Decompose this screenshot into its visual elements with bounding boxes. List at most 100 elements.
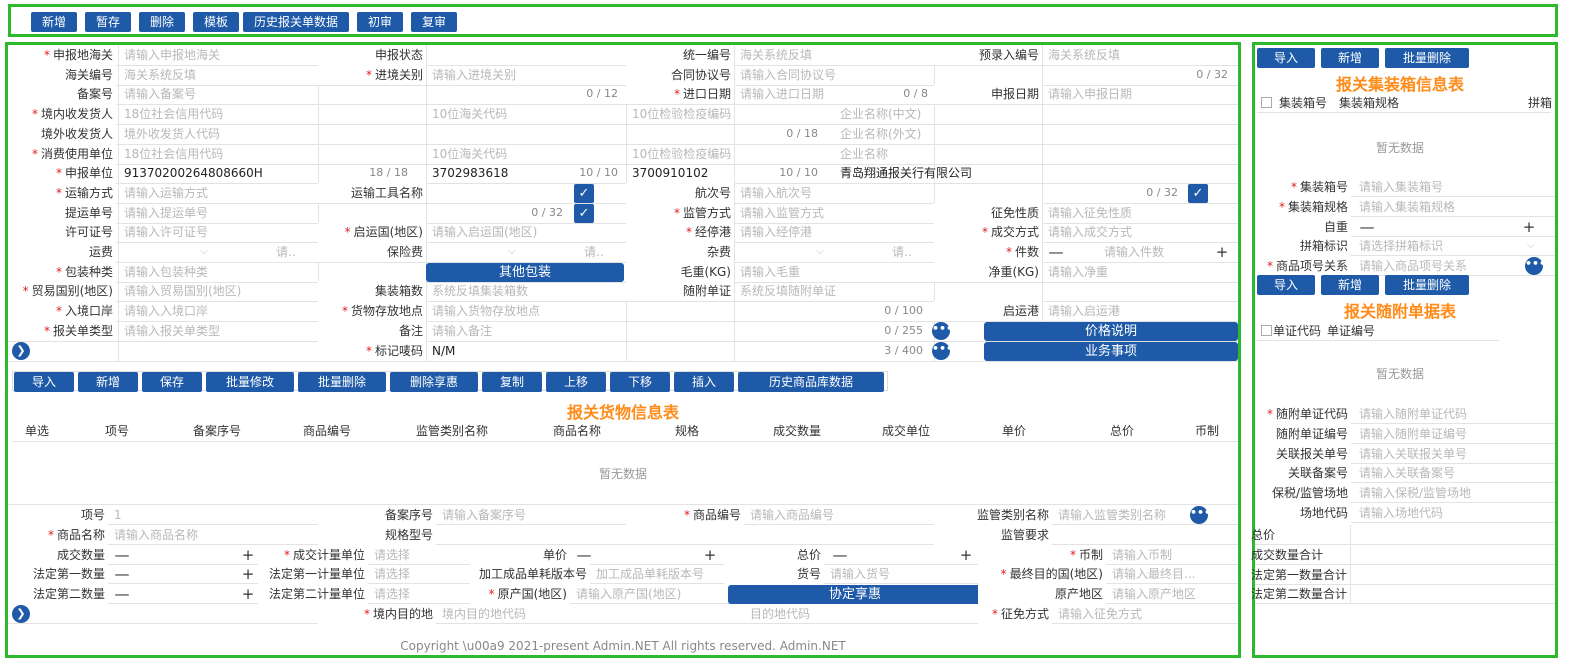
input-field[interactable]: 请输入入境口岸	[118, 301, 318, 321]
plus-icon[interactable]: +	[702, 545, 718, 565]
minus-icon[interactable]: —	[576, 545, 592, 565]
container-button-2[interactable]: 批量删除	[1385, 48, 1469, 68]
input-field[interactable]: 系统反填集装箱数	[426, 281, 626, 301]
input-field[interactable]: 请输入经停港	[734, 222, 934, 242]
input-field[interactable]: 请..	[270, 242, 318, 262]
input-field[interactable]: 请输入贸易国别(地区)	[118, 281, 318, 301]
goods-button-2[interactable]: 保存	[142, 372, 202, 392]
input-field[interactable]: 目的地代码	[744, 604, 934, 624]
input-field[interactable]: 请输入毛重	[734, 262, 934, 282]
minus-icon[interactable]: —	[832, 545, 848, 565]
input-field[interactable]: 请输入征免性质	[1042, 203, 1238, 223]
input-field[interactable]: 海关系统反填	[1042, 45, 1238, 65]
action-button[interactable]: 协定享惠	[728, 585, 982, 605]
docs-button-2[interactable]: 批量删除	[1385, 275, 1469, 295]
action-button[interactable]: 业务事项	[984, 341, 1238, 361]
docs-column-header[interactable]: 单证编号	[1321, 321, 1381, 341]
input-field[interactable]: 请输入航次号	[734, 183, 1034, 203]
check-icon[interactable]: ✓	[1188, 183, 1208, 203]
input-field[interactable]: 请输入集装箱号	[1353, 177, 1553, 197]
toolbar-button-4[interactable]: 历史报关单数据	[243, 12, 349, 32]
input-field[interactable]: 10位检验检疫编码	[626, 144, 826, 164]
toolbar-button-0[interactable]: 新增	[31, 12, 77, 32]
input-field[interactable]: 请输入启运港	[1042, 301, 1238, 321]
input-field[interactable]: 请输入监管方式	[734, 203, 934, 223]
input-field[interactable]: 请输入保税/监管场地	[1353, 483, 1553, 503]
input-field[interactable]: 请输入备注	[426, 321, 826, 341]
goods-button-5[interactable]: 删除享惠	[390, 372, 478, 392]
minus-icon[interactable]: —	[114, 584, 130, 604]
input-field[interactable]: 企业名称(中文)	[834, 104, 1134, 124]
input-field[interactable]: 青岛翔通报关行有限公司	[834, 163, 1134, 183]
goods-column-header[interactable]: 备案序号	[162, 421, 272, 441]
input-field[interactable]: 请输入随附单证编号	[1353, 424, 1553, 444]
goods-button-8[interactable]: 下移	[610, 372, 670, 392]
goods-column-header[interactable]: 成交单位	[852, 421, 960, 441]
input-field[interactable]: 企业名称(外文)	[834, 124, 1134, 144]
input-field[interactable]: 请选择	[368, 545, 468, 565]
toolbar-button-1[interactable]: 暂存	[85, 12, 131, 32]
plus-icon[interactable]: +	[240, 545, 256, 565]
input-field[interactable]: 10位海关代码	[426, 104, 626, 124]
input-field[interactable]: 10位检验检疫编码	[626, 104, 826, 124]
plus-icon[interactable]: +	[240, 584, 256, 604]
input-field[interactable]: 1	[108, 505, 308, 525]
goods-button-3[interactable]: 批量修改	[206, 372, 294, 392]
input-field[interactable]: 请输入随附单证代码	[1353, 404, 1553, 424]
input-field[interactable]: 境外收发货人代码	[118, 124, 618, 144]
goods-column-header[interactable]: 总价	[1068, 421, 1176, 441]
input-field[interactable]: 请输入启运国(地区)	[426, 222, 626, 242]
input-field[interactable]: 10位海关代码	[426, 144, 626, 164]
input-field[interactable]: 请选择拼箱标识	[1353, 236, 1543, 256]
docs-button-0[interactable]: 导入	[1257, 275, 1315, 295]
goods-column-header[interactable]: 商品编号	[272, 421, 382, 441]
goods-column-header[interactable]: 成交数量	[742, 421, 852, 441]
input-field[interactable]: 请输入最终目...	[1106, 564, 1238, 584]
check-icon[interactable]: ✓	[574, 203, 594, 223]
input-field[interactable]: 加工成品单耗版本号	[590, 564, 720, 584]
input-field[interactable]: 海关系统反填	[118, 65, 318, 85]
input-field[interactable]: 企业名称	[834, 144, 1134, 164]
more-icon[interactable]: •••	[1190, 506, 1211, 524]
input-field[interactable]: 请..	[578, 242, 626, 262]
expand-arrow-icon[interactable]: ❯	[12, 605, 30, 623]
input-field[interactable]: 请输入备案序号	[436, 505, 626, 525]
input-field[interactable]: 请输入成交方式	[1042, 222, 1238, 242]
container-button-1[interactable]: 新增	[1321, 48, 1379, 68]
input-field[interactable]: 境内目的地代码	[436, 604, 736, 624]
goods-column-header[interactable]: 商品名称	[522, 421, 632, 441]
select-all-checkbox[interactable]	[1261, 325, 1272, 336]
action-button[interactable]: 其他包装	[426, 262, 624, 282]
input-field[interactable]: 请输入集装箱规格	[1353, 197, 1553, 217]
input-field[interactable]: 请输入征免方式	[1052, 604, 1238, 624]
input-field[interactable]: 请输入进境关别	[426, 65, 626, 85]
input-field[interactable]: 请输入货号	[824, 564, 974, 584]
expand-arrow-icon[interactable]: ❯	[12, 341, 30, 360]
minus-icon[interactable]: —	[114, 545, 130, 565]
input-field[interactable]: 请输入原产地区	[1106, 584, 1238, 604]
toolbar-button-3[interactable]: 模板	[193, 12, 239, 32]
input-field[interactable]: 请选择	[368, 584, 468, 604]
container-column-header[interactable]: 拼箱	[1525, 93, 1555, 113]
input-field[interactable]: 系统反填随附单证	[734, 281, 1034, 301]
input-field[interactable]: 18位社会信用代码	[118, 144, 418, 164]
toolbar-button-5[interactable]: 初审	[357, 12, 403, 32]
input-field[interactable]: 请输入报关单类型	[118, 321, 318, 341]
goods-column-header[interactable]: 规格	[632, 421, 742, 441]
goods-button-10[interactable]: 历史商品库数据	[738, 372, 884, 392]
input-field[interactable]: 请输入商品项号关系	[1353, 256, 1523, 276]
plus-icon[interactable]: +	[1521, 217, 1537, 237]
input-field[interactable]: 请..	[886, 242, 934, 262]
input-field[interactable]: N/M	[426, 341, 826, 361]
goods-button-1[interactable]: 新增	[78, 372, 138, 392]
input-field[interactable]: 请输入件数	[1098, 242, 1208, 262]
input-field[interactable]: 请输入运输方式	[118, 183, 318, 203]
input-field[interactable]: 请输入申报地海关	[118, 45, 318, 65]
goods-column-header[interactable]: 项号	[72, 421, 162, 441]
plus-icon[interactable]: +	[1214, 242, 1230, 262]
container-column-header[interactable]: 集装箱号	[1273, 93, 1333, 113]
input-field[interactable]: 请输入币制	[1106, 545, 1238, 565]
goods-button-6[interactable]: 复制	[482, 372, 542, 392]
container-button-0[interactable]: 导入	[1257, 48, 1315, 68]
goods-column-header[interactable]: 单价	[960, 421, 1068, 441]
